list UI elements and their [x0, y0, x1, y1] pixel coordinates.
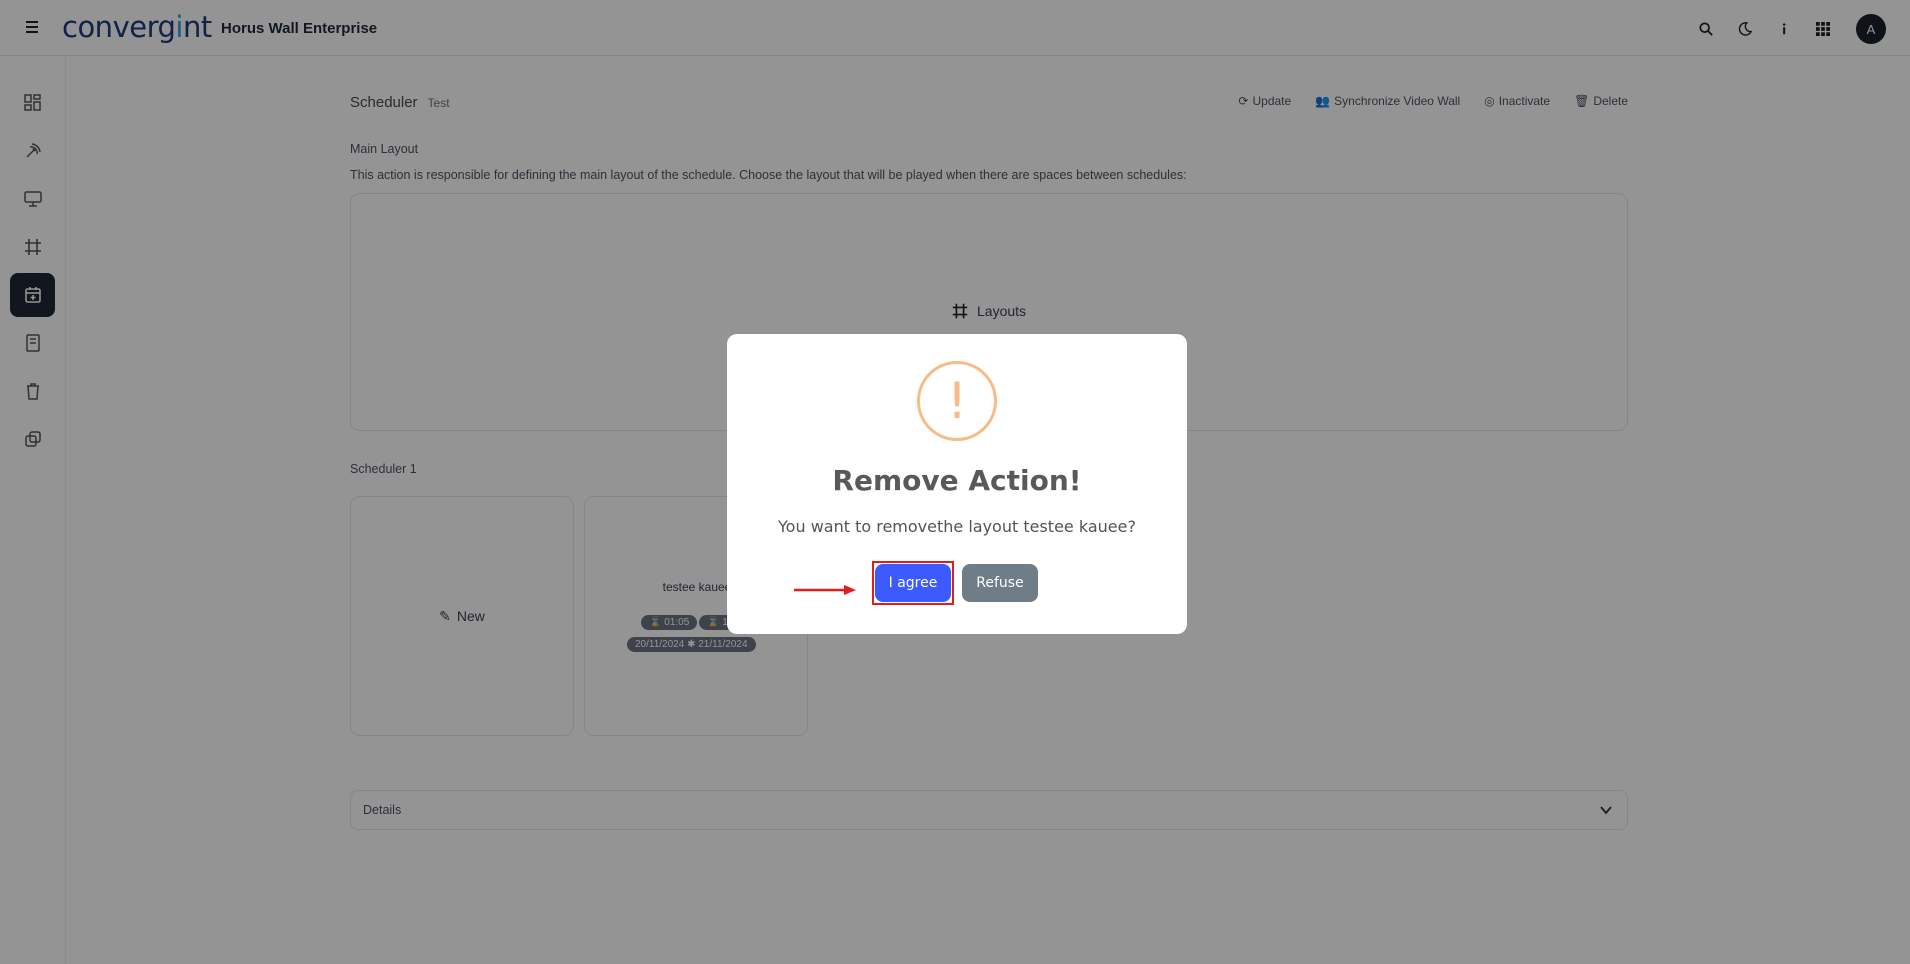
pointer-arrow-icon	[794, 585, 856, 595]
agree-button[interactable]: I agree	[875, 564, 951, 602]
refuse-button[interactable]: Refuse	[962, 564, 1038, 602]
dialog-title: Remove Action!	[832, 464, 1082, 497]
dialog-message: You want to removethe layout testee kaue…	[778, 517, 1136, 536]
warning-icon: !	[917, 361, 997, 441]
